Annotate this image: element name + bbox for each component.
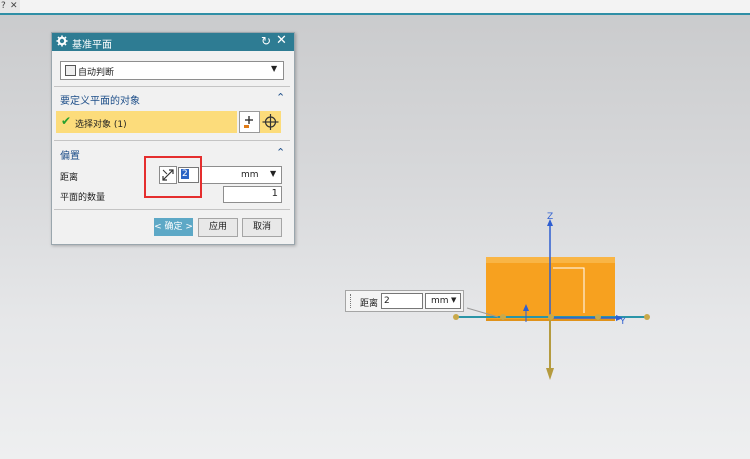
select-object-row[interactable]: ✔ 选择对象 (1): [56, 111, 237, 133]
datum-plane-dialog: 基准平面 ↻ ✕ 自动判断 ▼ 要定义平面的对象 ⌃ ✔ 选择对象 (1) 偏置…: [51, 32, 295, 245]
plane-handle[interactable]: [500, 314, 506, 320]
plane-handle[interactable]: [595, 314, 601, 320]
point-constructor-icon[interactable]: [260, 111, 281, 133]
y-axis-label: Y: [619, 317, 626, 327]
ok-button[interactable]: < 确定 >: [154, 218, 193, 236]
screen-unit-select[interactable]: mm ▼: [425, 293, 461, 309]
select-object-label: 选择对象 (1): [75, 120, 127, 130]
z-axis-label: Z: [547, 212, 553, 222]
reset-icon[interactable]: ↻: [261, 34, 271, 48]
plane-handle[interactable]: [453, 314, 459, 320]
offset-direction-arrow[interactable]: [546, 368, 554, 380]
gear-icon[interactable]: [56, 35, 68, 47]
dialog-title-bar[interactable]: 基准平面 ↻ ✕: [52, 33, 294, 51]
apply-button[interactable]: 应用: [198, 218, 238, 237]
dropdown-arrow-icon: ▼: [271, 64, 278, 73]
screen-distance-label: 距离: [360, 299, 379, 309]
unit-value: mm: [241, 170, 259, 180]
drag-grip[interactable]: [350, 294, 353, 308]
cancel-button[interactable]: 取消: [242, 218, 282, 237]
dropdown-arrow-icon: ▼: [451, 296, 457, 304]
screen-distance-input[interactable]: 2: [381, 293, 423, 309]
inferred-type-icon: [65, 65, 76, 76]
divider: [54, 209, 290, 210]
dropdown-arrow-icon: ▼: [270, 169, 277, 178]
unit-select[interactable]: mm ▼: [200, 166, 282, 184]
check-icon: ✔: [61, 114, 72, 128]
plane-count-input[interactable]: 1: [223, 186, 282, 203]
close-icon[interactable]: ✕: [276, 33, 287, 48]
divider: [54, 140, 290, 141]
collapse-caret-icon[interactable]: ⌃: [276, 91, 285, 104]
type-select[interactable]: 自动判断 ▼: [60, 61, 284, 80]
type-select-value: 自动判断: [78, 68, 115, 78]
count-label: 平面的数量: [60, 193, 106, 203]
screen-input-box[interactable]: 距离 2 mm ▼: [345, 290, 464, 312]
plane-handle[interactable]: [644, 314, 650, 320]
collapse-caret-icon[interactable]: ⌃: [276, 146, 285, 159]
divider: [54, 86, 290, 87]
highlight-box: [144, 156, 202, 198]
distance-label: 距离: [60, 173, 79, 183]
plane-handle[interactable]: [548, 314, 554, 320]
plus-select-icon[interactable]: [239, 111, 260, 133]
section-title-offset[interactable]: 偏置: [60, 147, 80, 162]
section-title-objects[interactable]: 要定义平面的对象: [60, 92, 140, 107]
dialog-title: 基准平面: [72, 40, 112, 51]
